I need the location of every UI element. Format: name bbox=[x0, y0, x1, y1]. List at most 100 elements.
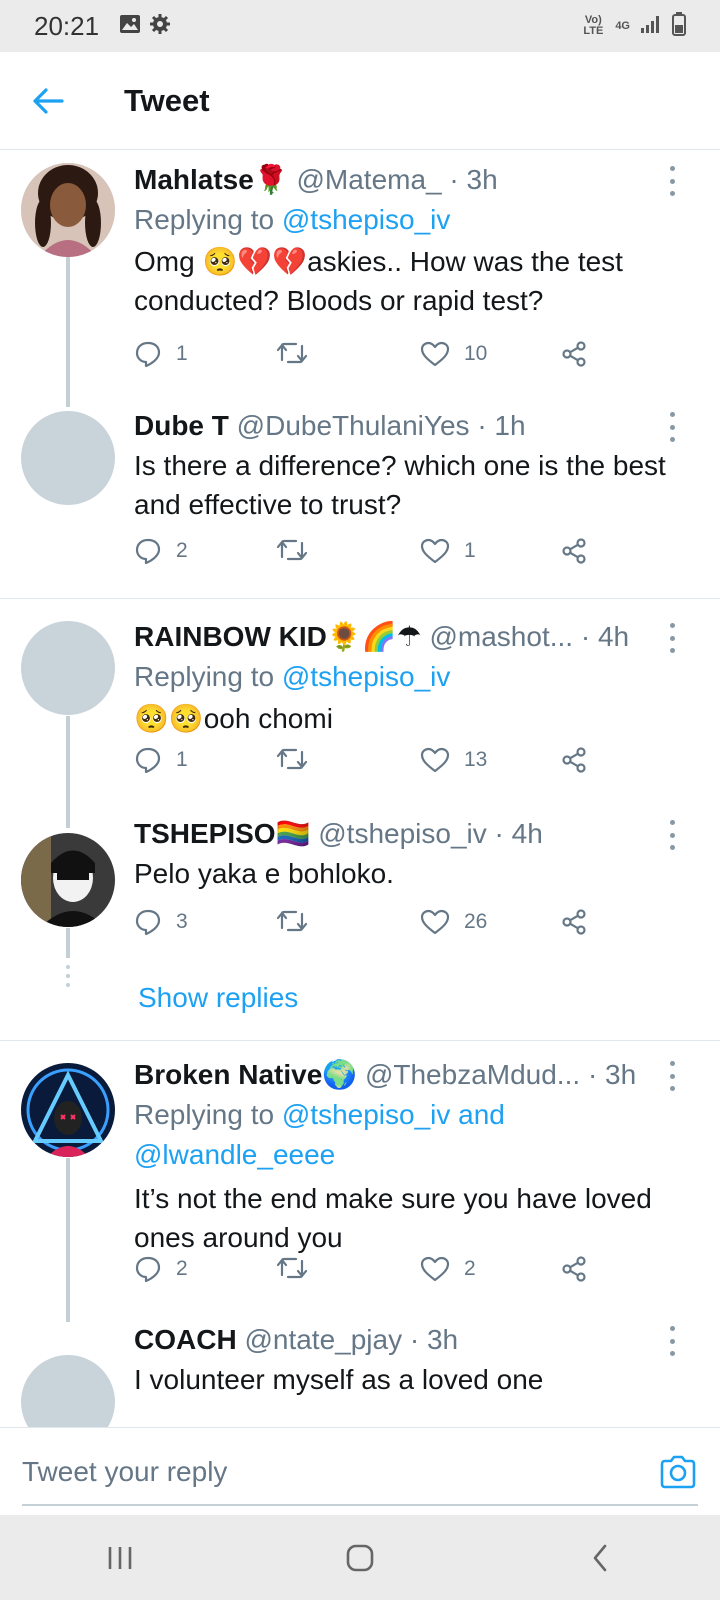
reply-icon bbox=[135, 747, 161, 774]
network-indicator: 4G bbox=[615, 19, 630, 32]
more-options-button[interactable] bbox=[662, 166, 682, 196]
display-name[interactable]: TSHEPISO bbox=[134, 818, 276, 849]
avatar[interactable] bbox=[21, 411, 115, 505]
camera-button[interactable] bbox=[658, 1452, 698, 1492]
share-button[interactable] bbox=[560, 340, 588, 368]
tweet-actions: 3 26 bbox=[134, 908, 614, 942]
retweet-button[interactable] bbox=[276, 340, 322, 366]
more-options-button[interactable] bbox=[662, 820, 682, 850]
like-count: 1 bbox=[464, 539, 476, 562]
thread-line bbox=[66, 928, 70, 958]
share-icon bbox=[562, 909, 586, 935]
more-options-button[interactable] bbox=[662, 412, 682, 442]
reply-count: 2 bbox=[176, 539, 188, 562]
tweet-actions: 2 2 bbox=[134, 1255, 614, 1289]
show-replies-link[interactable]: Show replies bbox=[138, 982, 298, 1014]
reply-button[interactable]: 1 bbox=[134, 340, 188, 368]
display-name[interactable]: Dube T bbox=[134, 410, 229, 441]
more-options-button[interactable] bbox=[662, 1326, 682, 1356]
like-button[interactable]: 13 bbox=[420, 746, 487, 774]
like-count: 13 bbox=[464, 748, 488, 771]
tweet-text: 🥺🥺ooh chomi bbox=[134, 699, 690, 738]
timestamp: · 3h bbox=[409, 1324, 459, 1355]
reply-button[interactable]: 3 bbox=[134, 908, 188, 936]
heart-icon bbox=[420, 1256, 450, 1282]
avatar[interactable] bbox=[21, 1355, 115, 1427]
tweet-header: Broken Native🌍 @ThebzaMdud... · 3h bbox=[134, 1057, 690, 1093]
name-emoji: 🏳️‍🌈 bbox=[275, 817, 311, 850]
home-icon bbox=[346, 1544, 374, 1571]
page-title: Tweet bbox=[124, 82, 210, 118]
name-emoji: 🌻🌈☂ bbox=[326, 620, 422, 653]
mention-link[interactable]: @lwandle_eeee bbox=[134, 1139, 335, 1170]
recent-apps-icon bbox=[108, 1546, 132, 1569]
battery-icon bbox=[672, 11, 686, 41]
reply-button[interactable]: 1 bbox=[134, 746, 188, 774]
reply-button[interactable]: 2 bbox=[134, 1255, 188, 1283]
tweet-header: COACH @ntate_pjay · 3h bbox=[134, 1322, 690, 1358]
tweet-text: It’s not the end make sure you have love… bbox=[134, 1183, 652, 1253]
signal-icon bbox=[640, 14, 662, 39]
like-button[interactable]: 10 bbox=[420, 340, 487, 368]
retweet-icon bbox=[276, 342, 308, 364]
mention-link[interactable]: @tshepiso_iv bbox=[282, 204, 451, 235]
retweet-button[interactable] bbox=[276, 908, 322, 934]
display-name[interactable]: COACH bbox=[134, 1324, 237, 1355]
display-name[interactable]: Broken Native bbox=[134, 1059, 322, 1090]
display-name[interactable]: Mahlatse bbox=[134, 164, 254, 195]
camera-icon bbox=[660, 1455, 696, 1489]
name-emoji: 🌍 bbox=[322, 1058, 358, 1091]
tweet-text: I volunteer myself as a loved one bbox=[134, 1364, 544, 1395]
reply-count: 1 bbox=[176, 748, 188, 771]
replying-to-label: Replying to bbox=[134, 1099, 275, 1130]
handle[interactable]: @DubeThulaniYes bbox=[237, 410, 470, 441]
share-button[interactable] bbox=[560, 537, 588, 565]
avatar[interactable] bbox=[21, 1063, 115, 1157]
retweet-button[interactable] bbox=[276, 1255, 322, 1281]
share-button[interactable] bbox=[560, 1255, 588, 1283]
avatar[interactable] bbox=[21, 163, 115, 257]
share-button[interactable] bbox=[560, 746, 588, 774]
tweet-actions: 1 10 bbox=[134, 340, 614, 374]
handle[interactable]: @Matema_ bbox=[296, 164, 441, 195]
tweet-header: TSHEPISO🏳️‍🌈 @tshepiso_iv · 4h bbox=[134, 816, 690, 852]
like-button[interactable]: 1 bbox=[420, 537, 476, 565]
tweet-header: Mahlatse🌹 @Matema_ · 3h bbox=[134, 162, 690, 198]
recent-apps-button[interactable] bbox=[90, 1533, 150, 1583]
more-options-button[interactable] bbox=[662, 1061, 682, 1091]
display-name[interactable]: RAINBOW KID bbox=[134, 621, 327, 652]
timestamp: · 4h bbox=[580, 621, 630, 652]
avatar[interactable] bbox=[21, 833, 115, 927]
home-button[interactable] bbox=[330, 1533, 390, 1583]
back-nav-button[interactable] bbox=[570, 1533, 630, 1583]
retweet-icon bbox=[276, 539, 308, 561]
handle[interactable]: @ThebzaMdud... bbox=[365, 1059, 580, 1090]
reply-icon bbox=[135, 538, 161, 565]
reply-input-underline bbox=[22, 1504, 698, 1506]
handle[interactable]: @mashot... bbox=[429, 621, 573, 652]
reply-composer: Tweet your reply bbox=[0, 1427, 720, 1515]
replying-to: Replying to @tshepiso_iv bbox=[134, 657, 690, 697]
tweet-header: RAINBOW KID🌻🌈☂ @mashot... · 4h bbox=[134, 619, 690, 655]
mention-link[interactable]: @tshepiso_iv bbox=[282, 661, 451, 692]
like-button[interactable]: 26 bbox=[420, 908, 487, 936]
share-icon bbox=[562, 341, 586, 367]
reply-input[interactable]: Tweet your reply bbox=[22, 1456, 227, 1488]
more-options-button[interactable] bbox=[662, 623, 682, 653]
mention-link[interactable]: @tshepiso_iv and bbox=[282, 1099, 505, 1130]
back-button[interactable] bbox=[18, 71, 78, 131]
tweet-item[interactable]: RAINBOW KID🌻🌈☂ @mashot... · 4h Replying … bbox=[0, 599, 720, 1039]
retweet-button[interactable] bbox=[276, 537, 322, 563]
retweet-button[interactable] bbox=[276, 746, 322, 772]
share-button[interactable] bbox=[560, 908, 588, 936]
avatar[interactable] bbox=[21, 621, 115, 715]
tweet-item[interactable]: Mahlatse🌹 @Matema_ · 3h Replying to @tsh… bbox=[0, 150, 720, 587]
like-count: 2 bbox=[464, 1257, 476, 1280]
like-button[interactable]: 2 bbox=[420, 1255, 476, 1283]
reply-button[interactable]: 2 bbox=[134, 537, 188, 565]
gallery-icon bbox=[119, 14, 141, 39]
tweet-item[interactable]: Broken Native🌍 @ThebzaMdud... · 3h Reply… bbox=[0, 1041, 720, 1427]
handle[interactable]: @ntate_pjay bbox=[244, 1324, 402, 1355]
tweet-text: Omg 🥺💔💔askies.. How was the test conduct… bbox=[134, 242, 690, 320]
handle[interactable]: @tshepiso_iv bbox=[318, 818, 487, 849]
